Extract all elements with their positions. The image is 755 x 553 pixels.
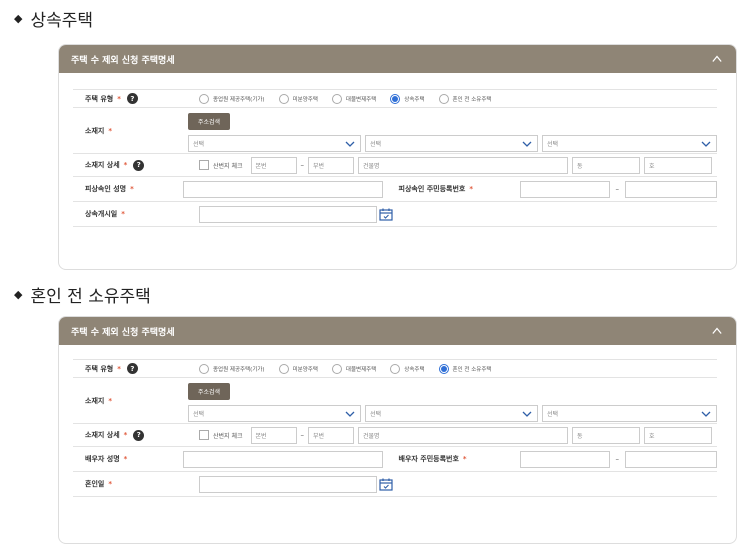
id-front-input[interactable] bbox=[519, 450, 610, 468]
chevron-up-icon[interactable] bbox=[712, 54, 722, 64]
help-icon[interactable]: ? bbox=[133, 429, 145, 441]
dong-input[interactable]: 동 bbox=[572, 156, 641, 174]
main-number-input[interactable]: 본번 bbox=[250, 426, 297, 444]
building-name-input[interactable]: 건물명 bbox=[358, 156, 569, 174]
help-icon[interactable]: ? bbox=[126, 93, 138, 104]
sub-number-input[interactable]: 부번 bbox=[308, 156, 355, 174]
radio-option[interactable]: 대물변제주택 bbox=[331, 93, 376, 104]
dong-input[interactable]: 동 bbox=[572, 426, 641, 444]
date-input[interactable] bbox=[199, 205, 377, 223]
main-number-input[interactable]: 본번 bbox=[250, 156, 297, 174]
panel-title: 주택 수 제외 신청 주택명세 bbox=[71, 327, 175, 338]
radio-option[interactable]: 미분양주택 bbox=[278, 93, 318, 104]
row-address-detail: 소재지 상세 *? 산번지 체크 본번 – 부번 건물명 동 호 bbox=[73, 423, 717, 446]
row-address: 소재지 * 주소검색 선택 선택 선택 bbox=[73, 377, 717, 423]
mountain-lot-checkbox[interactable] bbox=[199, 430, 209, 440]
id-back-input[interactable] bbox=[625, 180, 717, 198]
radio-option[interactable]: 혼인 전 소유주택 bbox=[438, 93, 491, 104]
diamond-bullet-icon: ◆ bbox=[14, 12, 23, 25]
section-title: ◆ 혼인 전 소유주택 bbox=[14, 287, 151, 307]
address-select-1[interactable]: 선택 bbox=[188, 405, 361, 422]
ho-input[interactable]: 호 bbox=[644, 156, 713, 174]
id-back-input[interactable] bbox=[625, 450, 717, 468]
row-housing-type: 주택 유형 *? 종업원 제공주택(기가) 미분양주택 대물변제주택 상속주택 혼… bbox=[73, 359, 717, 377]
ho-input[interactable]: 호 bbox=[644, 426, 713, 444]
help-icon[interactable]: ? bbox=[126, 363, 138, 374]
radio-option[interactable]: 상속주택 bbox=[390, 363, 425, 374]
person-name-input[interactable] bbox=[182, 180, 383, 198]
form-table: 주택 유형 *? 종업원 제공주택(기가) 미분양주택 대물변제주택 상속주택 혼… bbox=[73, 89, 717, 227]
row-address-detail: 소재지 상세 *? 산번지 체크 본번 – 부번 건물명 동 호 bbox=[73, 153, 717, 176]
sub-number-input[interactable]: 부번 bbox=[308, 426, 355, 444]
panel-header[interactable]: 주택 수 제외 신청 주택명세 bbox=[59, 317, 736, 345]
radio-option[interactable]: 종업원 제공주택(기가) bbox=[199, 93, 265, 104]
row-housing-type: 주택 유형 *? 종업원 제공주택(기가) 미분양주택 대물변제주택 상속주택 혼… bbox=[73, 89, 717, 107]
radio-option[interactable]: 미분양주택 bbox=[278, 363, 318, 374]
address-search-button[interactable]: 주소검색 bbox=[188, 113, 231, 130]
form-table: 주택 유형 *? 종업원 제공주택(기가) 미분양주택 대물변제주택 상속주택 혼… bbox=[73, 359, 717, 497]
row-date: 상속개시일 * bbox=[73, 201, 717, 227]
chevron-down-icon bbox=[345, 141, 355, 147]
row-person: 배우자 성명 * 배우자 주민등록번호 * – bbox=[73, 446, 717, 471]
chevron-down-icon bbox=[345, 411, 355, 417]
radio-option-selected[interactable]: 상속주택 bbox=[390, 93, 425, 104]
row-address: 소재지 * 주소검색 선택 선택 선택 bbox=[73, 107, 717, 153]
calendar-icon[interactable] bbox=[377, 476, 395, 493]
radio-option-selected[interactable]: 혼인 전 소유주택 bbox=[438, 363, 491, 374]
chevron-down-icon bbox=[701, 411, 711, 417]
help-icon[interactable]: ? bbox=[133, 159, 145, 171]
chevron-down-icon bbox=[522, 411, 532, 417]
chevron-up-icon[interactable] bbox=[712, 326, 722, 336]
mountain-lot-checkbox[interactable] bbox=[199, 160, 209, 170]
row-date: 혼인일 * bbox=[73, 471, 717, 497]
address-select-3[interactable]: 선택 bbox=[542, 135, 717, 152]
housing-detail-panel: 주택 수 제외 신청 주택명세 주택 유형 *? 종업원 제공주택(기가) 미분양… bbox=[58, 316, 737, 544]
id-front-input[interactable] bbox=[519, 180, 610, 198]
panel-header[interactable]: 주택 수 제외 신청 주택명세 bbox=[59, 45, 736, 73]
address-search-button[interactable]: 주소검색 bbox=[188, 383, 231, 400]
row-person: 피상속인 성명 * 피상속인 주민등록번호 * – bbox=[73, 176, 717, 201]
radio-option[interactable]: 대물변제주택 bbox=[331, 363, 376, 374]
person-name-input[interactable] bbox=[182, 450, 383, 468]
section-title: ◆ 상속주택 bbox=[14, 11, 94, 31]
building-name-input[interactable]: 건물명 bbox=[358, 426, 569, 444]
chevron-down-icon bbox=[522, 141, 532, 147]
housing-detail-panel: 주택 수 제외 신청 주택명세 주택 유형 *? 종업원 제공주택(기가) 미분양… bbox=[58, 44, 737, 270]
panel-title: 주택 수 제외 신청 주택명세 bbox=[71, 55, 175, 66]
chevron-down-icon bbox=[701, 141, 711, 147]
radio-option[interactable]: 종업원 제공주택(기가) bbox=[199, 363, 265, 374]
date-input[interactable] bbox=[199, 475, 377, 493]
address-select-3[interactable]: 선택 bbox=[542, 405, 717, 422]
address-select-1[interactable]: 선택 bbox=[188, 135, 361, 152]
address-select-2[interactable]: 선택 bbox=[365, 405, 538, 422]
diamond-bullet-icon: ◆ bbox=[14, 288, 23, 301]
calendar-icon[interactable] bbox=[377, 206, 395, 223]
address-select-2[interactable]: 선택 bbox=[365, 135, 538, 152]
